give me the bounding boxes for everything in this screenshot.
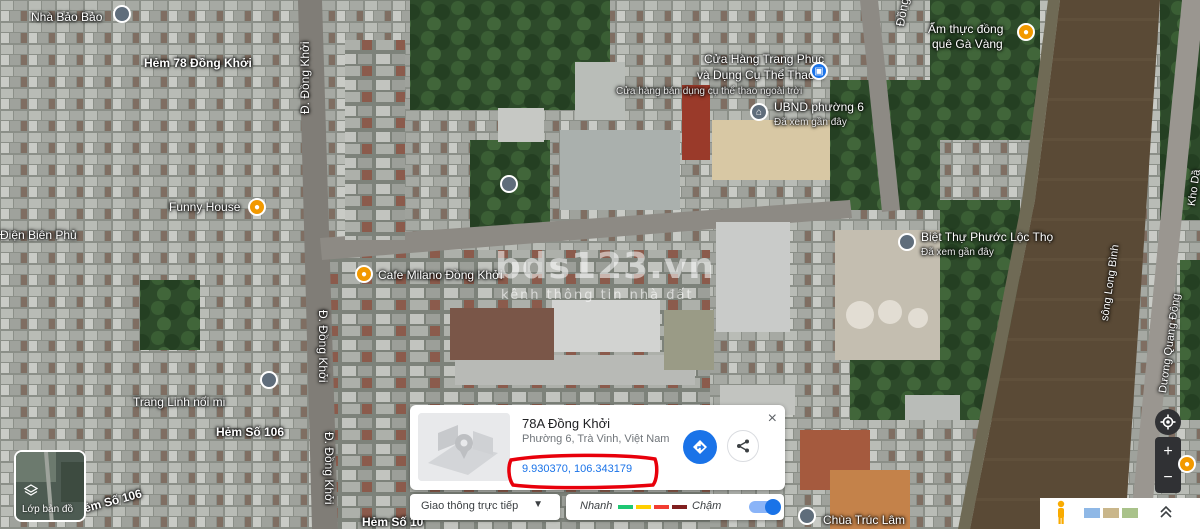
label-cua-hang-line2[interactable]: và Dụng Cụ Thể Thao... xyxy=(697,68,825,82)
expand-chevron-icon[interactable] xyxy=(1156,502,1178,524)
traffic-layer-select[interactable]: Giao thông trực tiếp ▼ xyxy=(410,494,560,520)
restaurant-pin-icon[interactable]: ● xyxy=(1017,23,1035,41)
street-view-thumbnail[interactable] xyxy=(418,413,510,481)
share-button[interactable] xyxy=(727,430,759,462)
shopping-pin-icon[interactable]: ▣ xyxy=(810,62,828,80)
label-dong-khoi-street-3: Đ. Đồng Khởi xyxy=(322,432,336,505)
government-pin-icon[interactable]: ⌂ xyxy=(750,103,768,121)
label-chua-truc-lam[interactable]: Chùa Trúc Lâm xyxy=(823,513,905,527)
label-dong-khoi-street-1: Đ. Đồng Khởi xyxy=(298,41,312,114)
place-pin-icon[interactable] xyxy=(113,5,131,23)
label-dong-khoi-street-2: Đ. Đồng Khởi xyxy=(316,310,330,383)
zoom-in-button[interactable]: + xyxy=(1155,439,1181,465)
label-dien-bien-phu: Điện Biên Phủ xyxy=(0,228,77,242)
legend-bar-moderate xyxy=(636,505,651,509)
label-cua-hang-line1[interactable]: Cửa Hàng Trang Phục xyxy=(704,52,824,66)
layers-button[interactable]: Lớp bản đồ xyxy=(14,450,86,522)
place-address: Phường 6, Trà Vinh, Việt Nam xyxy=(522,433,670,445)
watermark-subtitle: kênh thông tin nhà đất xyxy=(501,288,694,303)
place-pin-icon[interactable] xyxy=(500,175,518,193)
temple-pin-icon[interactable] xyxy=(798,507,816,525)
label-ubnd-sub: Đã xem gần đây xyxy=(774,117,847,128)
label-funny-house[interactable]: Funny House xyxy=(169,200,240,214)
pegman-button[interactable] xyxy=(1052,498,1072,529)
traffic-toggle[interactable] xyxy=(749,499,781,515)
share-icon xyxy=(737,439,749,453)
label-biet-thu-sub: Đã xem gần đây xyxy=(921,247,994,258)
zoom-out-button[interactable]: − xyxy=(1155,465,1181,491)
my-location-icon xyxy=(1160,414,1176,430)
traffic-select-label: Giao thông trực tiếp xyxy=(421,500,519,512)
traffic-legend: Nhanh Chậm xyxy=(566,494,784,520)
place-pin-icon[interactable] xyxy=(260,371,278,389)
red-annotation-circle xyxy=(507,453,659,490)
legend-fast-label: Nhanh xyxy=(580,500,613,512)
label-hem-106: Hẻm Số 106 xyxy=(216,425,285,439)
cafe-pin-icon[interactable]: ● xyxy=(355,265,373,283)
bottom-right-toolbar xyxy=(1040,498,1200,529)
imagery-options-button[interactable] xyxy=(1082,504,1140,522)
place-pin-icon[interactable] xyxy=(898,233,916,251)
label-am-thuc-line2[interactable]: quê Gà Vàng xyxy=(932,37,1003,51)
label-ubnd[interactable]: UBND phường 6 xyxy=(774,100,864,114)
restaurant-pin-icon[interactable]: ● xyxy=(1178,455,1196,473)
label-biet-thu[interactable]: Biệt Thự Phước Lộc Thọ xyxy=(921,230,1053,244)
legend-bar-very-slow xyxy=(672,505,687,509)
label-nha-bao-bao[interactable]: Nhà Bảo Bảo xyxy=(31,10,102,24)
directions-button[interactable] xyxy=(683,430,717,464)
legend-bar-fast xyxy=(618,505,633,509)
place-title: 78A Đồng Khởi xyxy=(522,416,611,431)
chevron-down-icon: ▼ xyxy=(533,499,543,510)
close-button[interactable]: × xyxy=(768,410,777,428)
watermark: bds123.vn kênh thông tin nhà đất xyxy=(495,246,753,314)
watermark-title: bds123.vn xyxy=(495,246,715,287)
layers-icon xyxy=(24,484,38,496)
label-cua-hang-sub: Cửa hàng bán dụng cụ thể thao ngoài trời xyxy=(616,86,803,97)
legend-slow-label: Chậm xyxy=(692,500,722,512)
label-hem-78: Hẻm 78 Đồng Khởi xyxy=(144,56,252,70)
label-cafe-milano[interactable]: Cafe Milano Đồng Khởi xyxy=(378,268,503,282)
my-location-button[interactable] xyxy=(1155,409,1181,435)
label-trang-linh[interactable]: Trang Linh nối mi xyxy=(133,395,225,409)
layers-button-label: Lớp bản đồ xyxy=(22,504,74,515)
legend-bar-slow xyxy=(654,505,669,509)
directions-icon xyxy=(693,440,707,454)
restaurant-pin-icon[interactable]: ● xyxy=(248,198,266,216)
label-am-thuc-line1[interactable]: Ẩm thực đồng xyxy=(928,22,1003,36)
